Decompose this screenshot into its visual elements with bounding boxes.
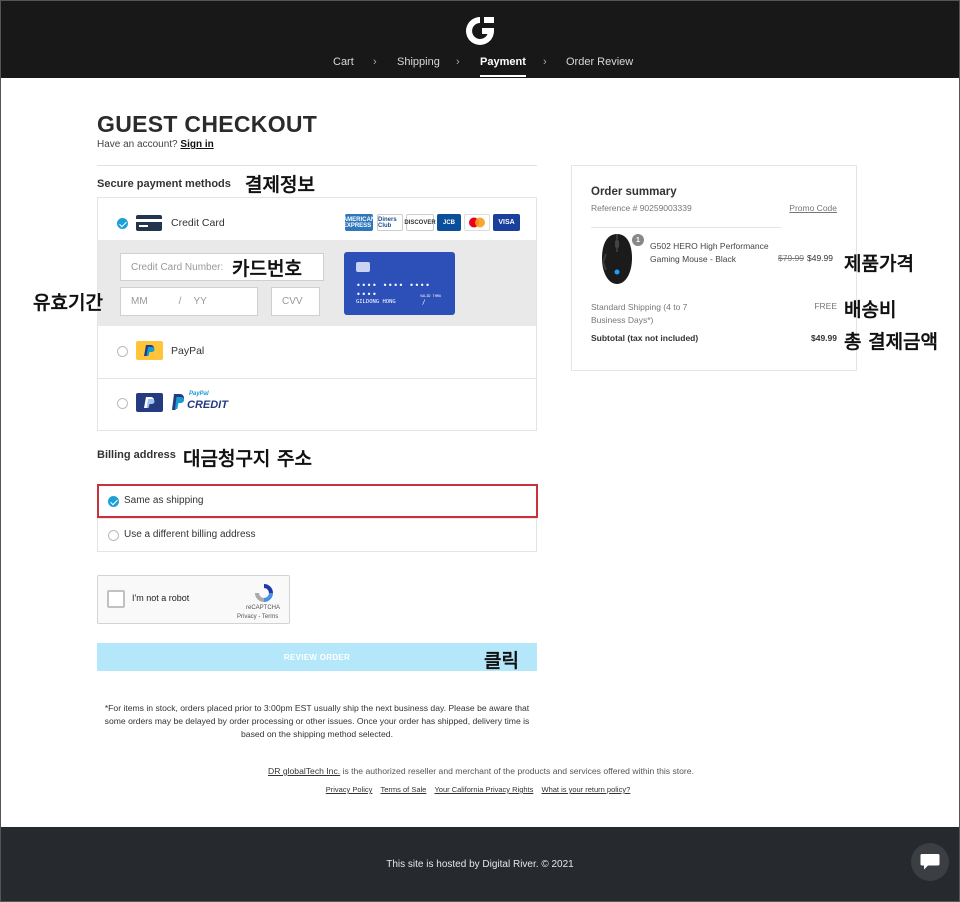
gaming-mouse-image <box>601 234 632 284</box>
return-policy-link[interactable]: What is your return policy? <box>541 785 630 794</box>
step-shipping[interactable]: Shipping <box>397 56 440 68</box>
legal-links: Privacy Policy Terms of Sale Your Califo… <box>201 785 755 794</box>
shipping-cost: FREE <box>814 301 837 311</box>
paypal-label: PayPal <box>171 345 205 357</box>
step-payment[interactable]: Payment <box>480 56 526 77</box>
sign-in-link[interactable]: Sign in <box>180 139 213 150</box>
card-preview-holder: GILDONG HONG <box>356 299 396 305</box>
divider <box>97 165 537 166</box>
divider <box>591 227 781 228</box>
step-cart[interactable]: Cart <box>333 56 354 68</box>
annotation-shipping-fee: 배송비 <box>844 299 897 321</box>
billing-address-label: Billing address <box>97 449 176 461</box>
footer-hosted-text: This site is hosted by Digital River. © … <box>386 859 574 870</box>
chevron-right-icon: › <box>543 56 547 68</box>
legal-notice: DR globalTech Inc. is the authorized res… <box>201 766 761 776</box>
order-summary-title: Order summary <box>591 186 677 198</box>
credit-card-radio[interactable] <box>117 218 128 229</box>
card-preview: •••• •••• •••• •••• GILDONG HONG VALID T… <box>344 252 455 315</box>
annotation-expiry: 유효기간 <box>33 292 103 314</box>
amex-logo: AMERICAN EXPRESS <box>343 214 375 231</box>
top-navigation-bar: Cart › Shipping › Payment › Order Review <box>1 1 959 78</box>
page-title: GUEST CHECKOUT <box>97 111 318 137</box>
quantity-badge: 1 <box>632 234 644 246</box>
jcb-logo: JCB <box>437 214 461 231</box>
mastercard-icon <box>469 217 485 228</box>
same-as-shipping-radio[interactable] <box>108 496 119 507</box>
chevron-right-icon: › <box>373 56 377 68</box>
annotation-click: 클릭 <box>484 650 519 672</box>
paypal-radio[interactable] <box>117 346 128 357</box>
have-account-text: Have an account? Sign in <box>97 139 214 150</box>
shipping-method-label: Standard Shipping (4 to 7 Business Days*… <box>591 302 688 325</box>
recaptcha-logo-icon <box>255 584 273 602</box>
site-footer: This site is hosted by Digital River. © … <box>1 827 959 901</box>
paypal-credit-radio[interactable] <box>117 398 128 409</box>
annotation-billing-address: 대금청구지 주소 <box>183 448 312 470</box>
card-preview-valid-value: / <box>422 299 426 306</box>
visa-logo: VISA <box>493 214 520 231</box>
credit-card-form: Credit Card Number: MM / YY CVV •••• •••… <box>98 240 536 326</box>
paypal-icon <box>136 341 163 360</box>
recaptcha-label: I'm not a robot <box>132 593 190 603</box>
terms-of-sale-link[interactable]: Terms of Sale <box>381 785 427 794</box>
credit-card-option[interactable]: Credit Card AMERICAN EXPRESS Diners Club… <box>98 198 536 240</box>
diners-logo: Diners Club <box>377 214 403 231</box>
original-price: $79.99 <box>778 253 804 263</box>
same-as-shipping-label: Same as shipping <box>124 495 204 506</box>
have-account-label: Have an account? <box>97 139 178 150</box>
card-chip-icon <box>356 262 370 272</box>
credit-card-label: Credit Card <box>171 217 225 229</box>
expiry-year: YY <box>193 296 207 307</box>
payment-methods-label: Secure payment methods <box>97 178 231 190</box>
payment-methods-box: Credit Card AMERICAN EXPRESS Diners Club… <box>97 197 537 431</box>
expiry-input[interactable]: MM / YY <box>120 287 258 316</box>
subtotal-value: $49.99 <box>811 333 837 343</box>
different-billing-label[interactable]: Use a different billing address <box>124 529 256 540</box>
step-order-review[interactable]: Order Review <box>566 56 633 68</box>
discover-logo: DISCOVER <box>404 214 436 231</box>
annotation-product-price: 제품가격 <box>844 253 914 275</box>
chat-bubble-icon <box>920 854 940 870</box>
annotation-card-number: 카드번호 <box>232 258 302 280</box>
different-billing-radio[interactable] <box>108 530 119 541</box>
review-order-button[interactable]: REVIEW ORDER <box>97 643 537 671</box>
privacy-policy-link[interactable]: Privacy Policy <box>326 785 373 794</box>
shipping-note: *For items in stock, orders placed prior… <box>104 703 530 739</box>
chevron-right-icon: › <box>456 56 460 68</box>
recaptcha-widget: I'm not a robot reCAPTCHA Privacy - Term… <box>97 575 290 624</box>
sale-price: $49.99 <box>807 253 833 263</box>
paypal-option[interactable]: PayPal <box>98 326 536 378</box>
paypal-credit-top-text: PayPal <box>189 391 209 397</box>
logitech-g-logo[interactable] <box>462 13 498 49</box>
subtotal-label: Subtotal (tax not included) <box>591 333 699 343</box>
card-preview-valid-label: VALID THRU <box>420 294 442 298</box>
same-as-shipping-option[interactable]: Same as shipping <box>97 484 538 518</box>
order-summary-panel: Order summary Reference # 90259003339 Pr… <box>571 165 857 371</box>
recaptcha-checkbox[interactable] <box>107 590 125 608</box>
expiry-separator: / <box>178 296 182 307</box>
promo-code-link[interactable]: Promo Code <box>789 203 837 213</box>
legal-text: is the authorized reseller and merchant … <box>340 766 694 776</box>
paypal-credit-bottom-text: CREDIT <box>187 399 228 411</box>
expiry-month: MM <box>131 296 148 307</box>
checkout-steps: Cart › Shipping › Payment › Order Review <box>1 56 959 77</box>
california-privacy-link[interactable]: Your California Privacy Rights <box>434 785 533 794</box>
product-name: G502 HERO High Performance Gaming Mouse … <box>650 241 769 264</box>
paypal-p-icon <box>172 394 184 410</box>
dr-globaltech-link[interactable]: DR globalTech Inc. <box>268 766 340 776</box>
order-reference: Reference # 90259003339 <box>591 203 692 213</box>
cvv-input[interactable]: CVV <box>271 287 320 316</box>
recaptcha-brand: reCAPTCHA <box>246 605 281 611</box>
annotation-total: 총 결제금액 <box>844 331 939 353</box>
recaptcha-links[interactable]: Privacy - Terms <box>237 614 278 620</box>
paypal-credit-icon <box>136 393 163 412</box>
divider <box>98 518 536 519</box>
chat-button[interactable] <box>911 843 949 881</box>
paypal-credit-option[interactable]: PayPal CREDIT <box>98 378 536 430</box>
annotation-payment-info: 결제정보 <box>245 174 315 196</box>
credit-card-icon <box>136 215 162 231</box>
mastercard-logo <box>464 214 490 231</box>
